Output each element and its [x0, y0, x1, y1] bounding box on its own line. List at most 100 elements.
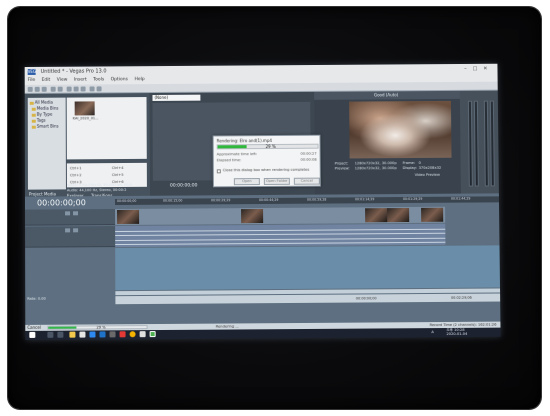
- media-filename: KAI_2020_01...: [72, 116, 99, 121]
- ruler-tick: 00:00:44;29: [258, 197, 279, 203]
- menu-help[interactable]: Help: [134, 77, 144, 82]
- open-folder-button[interactable]: Open Folder: [263, 177, 290, 185]
- audio-mixer-panel: [459, 90, 499, 194]
- project-label: Project:: [334, 161, 349, 166]
- mute-icon[interactable]: [65, 211, 71, 216]
- mute-icon[interactable]: [65, 228, 71, 233]
- audio-track[interactable]: [115, 223, 446, 248]
- app-icon[interactable]: [109, 331, 116, 338]
- level-meter: [489, 100, 495, 187]
- shortcut-key: Ctrl+1: [69, 166, 82, 171]
- copy-icon[interactable]: [73, 86, 79, 92]
- ruler-tick: 00:01:44;29: [450, 196, 471, 201]
- timeline-empty-area[interactable]: [115, 245, 501, 291]
- media-thumbnail[interactable]: [74, 101, 95, 116]
- audio-info: Audio: 44,100 Hz, Stereo, 00:00:2: [66, 187, 127, 193]
- render-percent: 29 %: [265, 143, 276, 150]
- chrome-icon[interactable]: [129, 331, 136, 338]
- monitor-screen: VEG Untitled * - Vegas Pro 13.0 –□✕ File…: [24, 63, 501, 341]
- photo-frame: VEG Untitled * - Vegas Pro 13.0 –□✕ File…: [8, 7, 541, 409]
- ruler-tick: 00:01:29;29: [402, 196, 423, 202]
- folder-icon: [29, 101, 34, 105]
- ruler-tick: 00:00:15;00: [162, 198, 183, 203]
- file-explorer-icon[interactable]: [69, 331, 76, 338]
- menu-edit[interactable]: Edit: [42, 78, 51, 83]
- folder-icon: [31, 113, 36, 117]
- close-when-done-label: Close this dialog box when rendering com…: [222, 167, 310, 173]
- cut-icon[interactable]: [66, 86, 72, 92]
- trimmer-preset-select[interactable]: (None): [152, 94, 201, 101]
- edge-icon[interactable]: [89, 331, 96, 338]
- tree-item-media-bins[interactable]: Media Bins: [31, 106, 58, 111]
- shortcut-key: Ctrl+2: [69, 173, 82, 178]
- app-icon[interactable]: [119, 331, 126, 338]
- folder-icon: [31, 125, 36, 129]
- render-icon[interactable]: [50, 86, 56, 92]
- tree-item-all-media[interactable]: All Media: [29, 100, 53, 105]
- audio-waveform: [115, 241, 446, 246]
- tree-item-tags[interactable]: Tags: [31, 118, 46, 123]
- menu-view[interactable]: View: [57, 78, 68, 83]
- clock-date[interactable]: 2020-01-04: [446, 332, 467, 336]
- ruler-tick: 00:00:59;28: [306, 197, 327, 202]
- audio-waveform: [115, 237, 446, 242]
- menu-options[interactable]: Options: [111, 77, 128, 82]
- ruler-tick: 00:00:29;29: [210, 198, 231, 203]
- task-view-icon[interactable]: [57, 331, 64, 338]
- video-track[interactable]: [115, 206, 446, 226]
- transport-bar: [115, 293, 501, 305]
- timeline-timecode: 00:00:00;00: [36, 198, 86, 208]
- status-progress-fill: [48, 326, 77, 329]
- media-thumbnail-area: KAI_2020_01...: [66, 97, 147, 160]
- elapsed-time-value: 00:00:08: [300, 157, 317, 162]
- menu-file[interactable]: File: [28, 78, 36, 83]
- windows-taskbar: A 오후 10:28 2020-01-04: [25, 327, 501, 341]
- search-icon[interactable]: [47, 331, 54, 338]
- elapsed-time-label: Elapsed time:: [216, 158, 242, 163]
- level-meter: [467, 100, 473, 187]
- window-controls[interactable]: –□✕: [464, 64, 493, 74]
- shortcut-key: Ctrl+5: [111, 172, 124, 178]
- approx-time-label: Approximate time left:: [216, 152, 258, 157]
- input-language[interactable]: A: [431, 330, 434, 334]
- video-track-header[interactable]: [25, 209, 116, 226]
- store-icon[interactable]: [79, 331, 86, 338]
- menu-tools[interactable]: Tools: [93, 77, 104, 82]
- frame-label: Frame:: [402, 160, 416, 166]
- tree-item-by-type[interactable]: By Type: [31, 112, 52, 117]
- solo-icon[interactable]: [73, 228, 79, 233]
- vegas-taskbar-icon[interactable]: [149, 331, 156, 338]
- rate-label: Rate: 0.00: [27, 296, 46, 301]
- render-progress-bar: 29 %: [216, 143, 319, 150]
- start-icon[interactable]: [29, 331, 36, 338]
- menu-insert[interactable]: Insert: [74, 78, 87, 83]
- preview-quality-select[interactable]: Good (Auto): [374, 92, 398, 97]
- video-preview-panel: Good (Auto) Project: 1280x720x32, 30.000…: [314, 90, 461, 195]
- open-icon[interactable]: [34, 86, 40, 92]
- preview-video-frame: [349, 100, 452, 159]
- audio-track-header[interactable]: [25, 226, 116, 248]
- shortcut-key: Ctrl+4: [111, 165, 124, 171]
- video-clip-thumbnail: [117, 209, 140, 225]
- trimmer-timecode: 00:00:00;00: [169, 183, 198, 189]
- redo-icon[interactable]: [96, 86, 102, 92]
- solo-icon[interactable]: [73, 211, 79, 216]
- close-when-done-checkbox[interactable]: [216, 169, 221, 174]
- ruler-tick: 00:01:14;29: [354, 197, 375, 202]
- undo-icon[interactable]: [89, 86, 95, 92]
- cancel-render-button[interactable]: Cancel: [293, 177, 320, 185]
- tab-video-preview[interactable]: Video Preview: [415, 173, 440, 177]
- save-icon[interactable]: [41, 86, 47, 92]
- mail-icon[interactable]: [99, 331, 106, 338]
- new-icon[interactable]: [27, 86, 33, 92]
- properties-icon[interactable]: [57, 86, 63, 92]
- render-progress-fill: [217, 145, 247, 149]
- tree-item-smart-bins[interactable]: Smart Bins: [31, 124, 59, 129]
- level-meter: [473, 100, 479, 187]
- open-button[interactable]: Open: [233, 178, 260, 186]
- paste-icon[interactable]: [80, 86, 86, 92]
- level-meter: [483, 100, 489, 187]
- app-icon[interactable]: [139, 331, 146, 338]
- timeline-ruler[interactable]: 00:00:00;00 00:00:15;00 00:00:29;29 00:0…: [114, 196, 500, 206]
- video-clip-thumbnail: [387, 207, 410, 223]
